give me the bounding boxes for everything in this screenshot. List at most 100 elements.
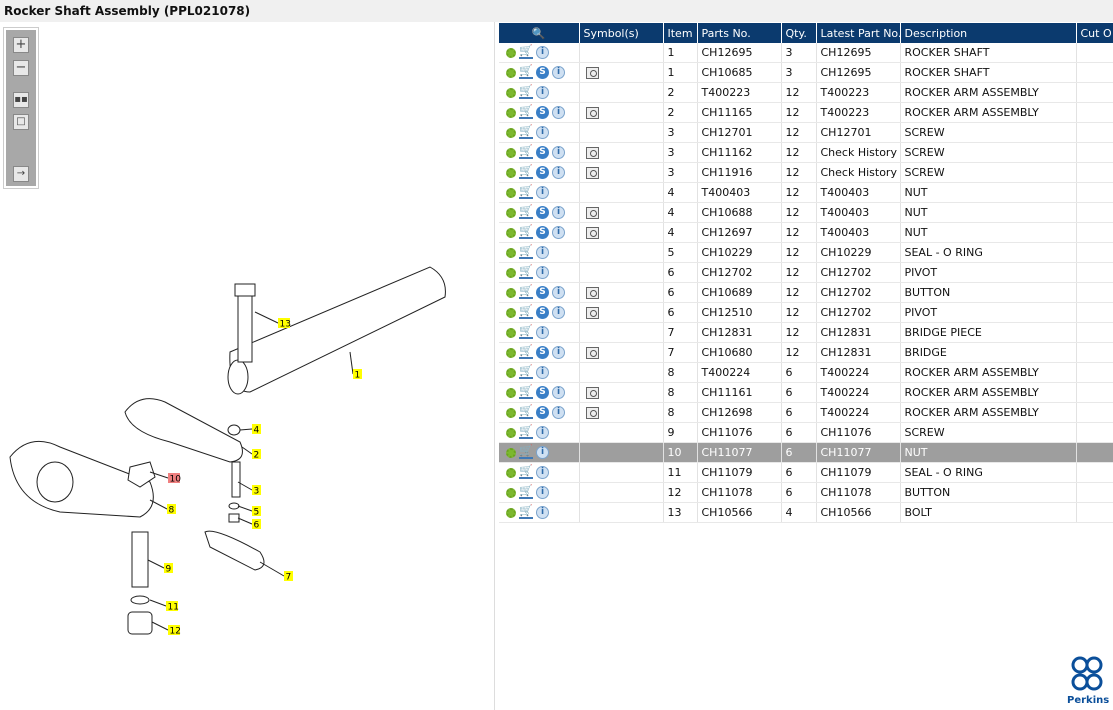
info-icon[interactable]: i — [552, 146, 565, 160]
column-header-description[interactable]: Description — [900, 23, 1077, 43]
gear-icon[interactable] — [506, 347, 516, 358]
info-icon[interactable]: i — [552, 386, 565, 400]
table-row[interactable]: 🛒 Si 1 CH10685 3 CH12695 ROCKER SHAFT — [499, 62, 1113, 83]
table-row[interactable]: 🛒 i 10 CH11077 6 CH11077 NUT — [499, 442, 1113, 463]
info-icon[interactable]: i — [552, 346, 565, 360]
column-header-item[interactable]: Item — [663, 23, 698, 43]
cart-icon[interactable]: 🛒 — [519, 425, 533, 440]
gear-icon[interactable] — [506, 407, 516, 418]
gear-icon[interactable] — [506, 427, 516, 438]
column-header-cut-off[interactable]: Cut O — [1076, 23, 1113, 43]
gear-icon[interactable] — [506, 187, 516, 198]
gear-icon[interactable] — [506, 227, 516, 238]
s-icon[interactable]: S — [536, 206, 549, 220]
gear-icon[interactable] — [506, 167, 516, 178]
s-icon[interactable]: S — [536, 226, 549, 240]
cart-icon[interactable]: 🛒 — [519, 505, 533, 520]
callout-8[interactable]: 8 — [169, 506, 175, 516]
gear-icon[interactable] — [506, 247, 516, 258]
info-icon[interactable]: i — [552, 206, 565, 220]
s-icon[interactable]: S — [536, 386, 549, 400]
cart-icon[interactable]: 🛒 — [519, 165, 533, 180]
column-header-qty[interactable]: Qty. — [781, 23, 817, 43]
symbol-book-icon[interactable] — [585, 307, 599, 319]
callout-1[interactable]: 1 — [355, 371, 361, 381]
symbol-book-icon[interactable] — [585, 347, 599, 359]
info-icon[interactable]: i — [536, 266, 549, 280]
cart-icon[interactable]: 🛒 — [519, 45, 533, 60]
cart-icon[interactable]: 🛒 — [519, 145, 533, 160]
callout-9[interactable]: 9 — [166, 565, 172, 575]
info-icon[interactable]: i — [536, 466, 549, 480]
gear-icon[interactable] — [506, 107, 516, 118]
table-row[interactable]: 🛒 i 2 T400223 12 T400223 ROCKER ARM ASSEM… — [499, 82, 1113, 103]
info-icon[interactable]: i — [536, 86, 549, 100]
cart-icon[interactable]: 🛒 — [519, 85, 533, 100]
gear-icon[interactable] — [506, 307, 516, 318]
callout-6[interactable]: 6 — [254, 521, 260, 531]
symbol-book-icon[interactable] — [585, 147, 599, 159]
gear-icon[interactable] — [506, 327, 516, 338]
gear-icon[interactable] — [506, 387, 516, 398]
s-icon[interactable]: S — [536, 286, 549, 300]
info-icon[interactable]: i — [552, 66, 565, 80]
cart-icon[interactable]: 🛒 — [519, 225, 533, 240]
cart-icon[interactable]: 🛒 — [519, 245, 533, 260]
gear-icon[interactable] — [506, 367, 516, 378]
gear-icon[interactable] — [506, 147, 516, 158]
cart-icon[interactable]: 🛒 — [519, 65, 533, 80]
callout-7[interactable]: 7 — [286, 573, 292, 583]
info-icon[interactable]: i — [536, 426, 549, 440]
cart-icon[interactable]: 🛒 — [519, 325, 533, 340]
export-list-icon[interactable]: → — [13, 166, 29, 182]
info-icon[interactable]: i — [552, 166, 565, 180]
cart-icon[interactable]: 🛒 — [519, 105, 533, 120]
table-row[interactable]: 🛒 i 3 CH12701 12 CH12701 SCREW — [499, 122, 1113, 143]
info-icon[interactable]: i — [536, 46, 549, 60]
callout-4[interactable]: 4 — [254, 426, 260, 436]
symbol-book-icon[interactable] — [585, 67, 599, 79]
gear-icon[interactable] — [506, 67, 516, 78]
callout-11[interactable]: 11 — [168, 603, 179, 613]
column-header-symbols[interactable]: Symbol(s) — [579, 23, 664, 43]
table-row[interactable]: 🛒 Si 6 CH10689 12 CH12702 BUTTON — [499, 282, 1113, 303]
table-row[interactable]: 🛒 i 7 CH12831 12 CH12831 BRIDGE PIECE — [499, 322, 1113, 343]
symbol-book-icon[interactable] — [585, 227, 599, 239]
info-icon[interactable]: i — [536, 126, 549, 140]
info-icon[interactable]: i — [536, 506, 549, 520]
gear-icon[interactable] — [506, 47, 516, 58]
table-row[interactable]: 🛒 i 13 CH10566 4 CH10566 BOLT — [499, 502, 1113, 523]
s-icon[interactable]: S — [536, 406, 549, 420]
table-row[interactable]: 🛒 Si 8 CH12698 6 T400224 ROCKER ARM ASSEM… — [499, 402, 1113, 423]
symbol-book-icon[interactable] — [585, 107, 599, 119]
table-row[interactable]: 🛒 Si 2 CH11165 12 T400223 ROCKER ARM ASSE… — [499, 102, 1113, 123]
gear-icon[interactable] — [506, 87, 516, 98]
info-icon[interactable]: i — [536, 246, 549, 260]
symbol-book-icon[interactable] — [585, 407, 599, 419]
callout-5[interactable]: 5 — [254, 508, 260, 518]
info-icon[interactable]: i — [536, 326, 549, 340]
cart-icon[interactable]: 🛒 — [519, 485, 533, 500]
cart-icon[interactable]: 🛒 — [519, 125, 533, 140]
cart-icon[interactable]: 🛒 — [519, 265, 533, 280]
cart-icon[interactable]: 🛒 — [519, 205, 533, 220]
gear-icon[interactable] — [506, 507, 516, 518]
callout-10[interactable]: 10 — [170, 475, 182, 485]
cart-icon[interactable]: 🛒 — [519, 465, 533, 480]
s-icon[interactable]: S — [536, 146, 549, 160]
callout-12[interactable]: 12 — [170, 627, 181, 637]
table-row[interactable]: 🛒 i 11 CH11079 6 CH11079 SEAL - O RING — [499, 462, 1113, 483]
actual-size-icon[interactable]: □ — [13, 114, 29, 130]
table-row[interactable]: 🛒 i 12 CH11078 6 CH11078 BUTTON — [499, 482, 1113, 503]
info-icon[interactable]: i — [536, 186, 549, 200]
table-row[interactable]: 🛒 i 9 CH11076 6 CH11076 SCREW — [499, 422, 1113, 443]
s-icon[interactable]: S — [536, 346, 549, 360]
cart-icon[interactable]: 🛒 — [519, 385, 533, 400]
symbol-book-icon[interactable] — [585, 287, 599, 299]
info-icon[interactable]: i — [552, 406, 565, 420]
table-row[interactable]: 🛒 Si 4 CH10688 12 T400403 NUT — [499, 202, 1113, 223]
cart-icon[interactable]: 🛒 — [519, 405, 533, 420]
table-row[interactable]: 🛒 i 8 T400224 6 T400224 ROCKER ARM ASSEMB… — [499, 362, 1113, 383]
callout-2[interactable]: 2 — [254, 451, 260, 461]
table-row[interactable]: 🛒 i 6 CH12702 12 CH12702 PIVOT — [499, 262, 1113, 283]
